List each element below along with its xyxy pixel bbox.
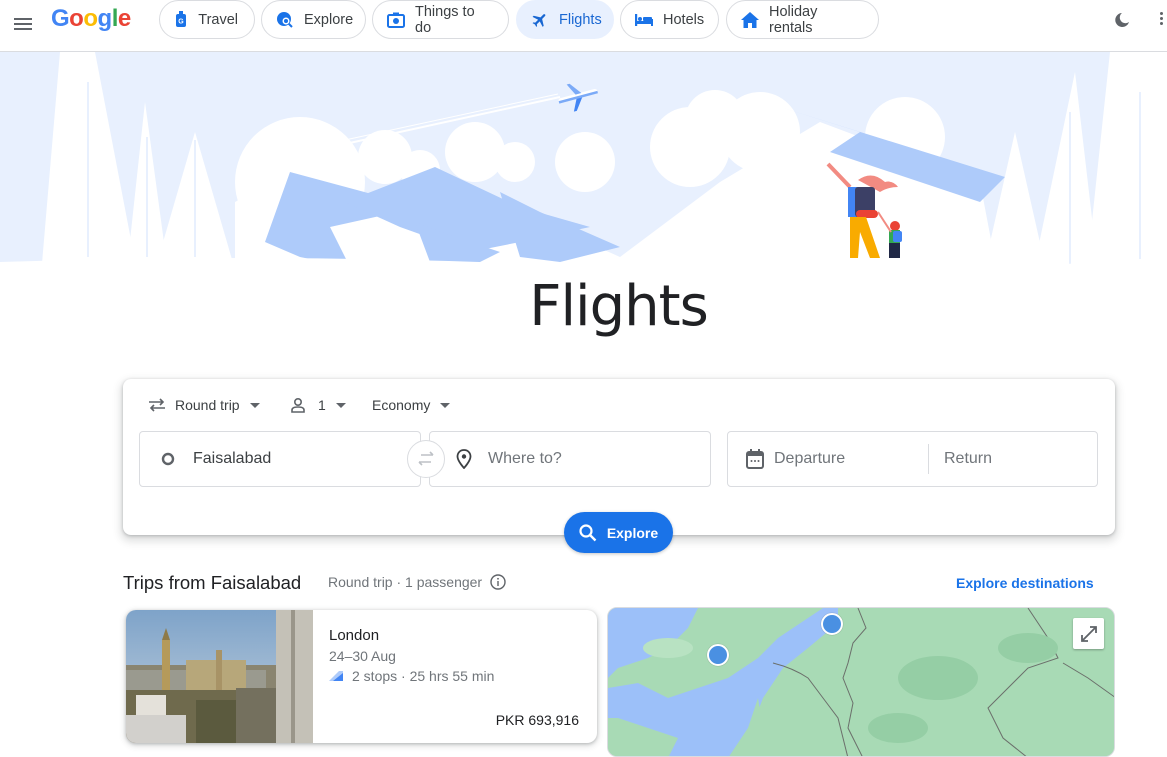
swap-icon bbox=[418, 451, 434, 466]
tab-label: Flights bbox=[559, 11, 602, 28]
origin-circle-icon bbox=[161, 452, 175, 466]
trips-title: Trips from Faisalabad bbox=[123, 572, 302, 593]
home-icon bbox=[741, 11, 759, 29]
top-bar: Google G Travel Explore Things to do Fli… bbox=[0, 0, 1167, 52]
date-divider bbox=[928, 444, 929, 474]
tab-travel[interactable]: G Travel bbox=[159, 0, 255, 39]
chevron-down-icon bbox=[249, 402, 260, 408]
tab-label: Travel bbox=[198, 11, 238, 28]
trip-city: London bbox=[329, 627, 380, 644]
trip-stops: 2 stops · 25 hrs 55 min bbox=[329, 668, 494, 684]
expand-map-button[interactable] bbox=[1073, 618, 1104, 649]
location-pin-icon bbox=[456, 449, 472, 469]
map-pin-london[interactable] bbox=[707, 644, 729, 666]
tab-label: Holiday rentals bbox=[769, 3, 818, 36]
tab-label: Things to do bbox=[415, 3, 475, 36]
round-trip-icon bbox=[148, 397, 166, 413]
calendar-icon bbox=[746, 449, 764, 469]
return-field[interactable]: Return bbox=[944, 450, 992, 468]
origin-input[interactable]: Faisalabad bbox=[139, 431, 421, 487]
things-to-do-icon bbox=[387, 11, 405, 29]
trips-subtitle: Round trip · 1 passenger bbox=[328, 574, 506, 590]
tab-explore[interactable]: Explore bbox=[261, 0, 366, 39]
google-logo[interactable]: Google bbox=[51, 5, 131, 33]
cabin-class-select[interactable]: Economy bbox=[372, 393, 451, 417]
travel-icon: G bbox=[174, 10, 188, 29]
dark-mode-icon[interactable] bbox=[1112, 10, 1132, 30]
trip-type-select[interactable]: Round trip bbox=[148, 393, 260, 417]
trip-stops-text: 2 stops · 25 hrs 55 min bbox=[352, 668, 495, 684]
chevron-down-icon bbox=[335, 402, 346, 408]
explore-button[interactable]: Explore bbox=[564, 512, 673, 553]
hero-illustration bbox=[0, 52, 1167, 287]
trip-type-value: Round trip bbox=[175, 397, 240, 413]
trip-price: PKR 693,916 bbox=[495, 712, 579, 728]
tab-things-to-do[interactable]: Things to do bbox=[372, 0, 509, 39]
tab-hotels[interactable]: Hotels bbox=[620, 0, 719, 39]
trip-card[interactable]: London 24–30 Aug 2 stops · 25 hrs 55 min… bbox=[126, 610, 597, 743]
departure-field[interactable]: Departure bbox=[774, 450, 928, 468]
search-icon bbox=[579, 523, 597, 542]
tab-label: Explore bbox=[304, 11, 354, 28]
map-pin-amsterdam[interactable] bbox=[821, 613, 843, 635]
hotel-icon bbox=[635, 11, 653, 29]
trip-dates: 24–30 Aug bbox=[329, 648, 396, 664]
tab-holiday-rentals[interactable]: Holiday rentals bbox=[726, 0, 879, 39]
trips-subtitle-text: Round trip · 1 passenger bbox=[328, 574, 483, 590]
destination-placeholder: Where to? bbox=[488, 450, 562, 467]
page-title: Flights bbox=[529, 274, 709, 339]
flight-icon bbox=[531, 11, 549, 29]
swap-locations-button[interactable] bbox=[407, 440, 445, 478]
destinations-map[interactable] bbox=[607, 607, 1115, 757]
tab-label: Hotels bbox=[663, 11, 705, 28]
passengers-select[interactable]: 1 bbox=[290, 393, 346, 417]
svg-text:G: G bbox=[178, 18, 184, 25]
passengers-value: 1 bbox=[318, 397, 326, 413]
apps-icon[interactable] bbox=[1160, 10, 1167, 30]
menu-icon[interactable] bbox=[12, 12, 36, 36]
explore-button-label: Explore bbox=[606, 524, 659, 541]
chevron-down-icon bbox=[440, 402, 451, 408]
info-icon[interactable] bbox=[490, 574, 506, 590]
destination-input[interactable]: Where to? bbox=[429, 431, 711, 487]
tab-flights[interactable]: Flights bbox=[516, 0, 614, 39]
origin-value: Faisalabad bbox=[193, 450, 272, 467]
explore-icon bbox=[276, 11, 294, 29]
airline-logo-icon bbox=[329, 671, 343, 681]
cabin-class-value: Economy bbox=[372, 397, 431, 413]
person-icon bbox=[290, 397, 306, 413]
expand-icon bbox=[1080, 625, 1097, 642]
london-photo bbox=[126, 610, 313, 743]
date-range-input[interactable]: Departure Return bbox=[727, 431, 1098, 487]
explore-destinations-link[interactable]: Explore destinations bbox=[956, 575, 1094, 591]
